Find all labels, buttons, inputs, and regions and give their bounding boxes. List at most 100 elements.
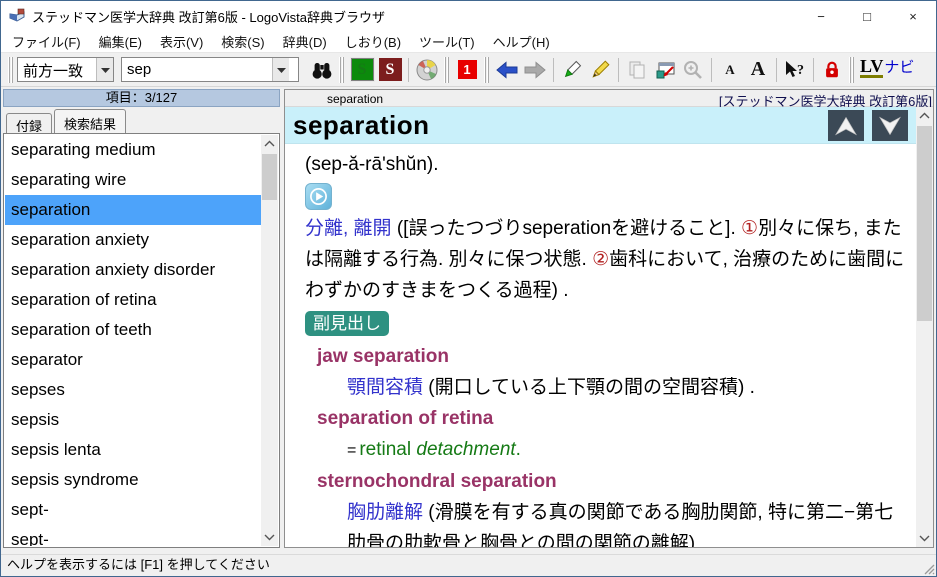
results-list: separating mediumseparating wireseparati…	[5, 135, 261, 546]
small-a-icon: A	[725, 62, 734, 78]
window-1-icon: 1	[458, 60, 477, 79]
forward-button[interactable]	[522, 56, 548, 84]
marker-pen-icon	[560, 58, 584, 82]
search-window-1-button[interactable]: 1	[454, 56, 480, 84]
dropdown-arrow-icon[interactable]	[272, 58, 289, 81]
back-arrow-icon	[496, 61, 518, 79]
synonym-text: retinal	[359, 439, 416, 460]
back-button[interactable]	[494, 56, 520, 84]
list-item[interactable]: separator	[5, 345, 261, 375]
maximize-button[interactable]: □	[844, 1, 890, 31]
list-item[interactable]: sepsis lenta	[5, 435, 261, 465]
dictionary-s-green-button[interactable]: S	[349, 56, 375, 84]
zoom-button[interactable]	[680, 56, 706, 84]
search-button[interactable]	[309, 56, 335, 84]
app-window: ステッドマン医学大辞典 改訂第6版 - LogoVista辞典ブラウザ − □ …	[0, 0, 937, 577]
context-help-button[interactable]: ?	[782, 56, 808, 84]
font-larger-button[interactable]: A	[745, 56, 771, 84]
window-arrow-icon	[653, 59, 677, 81]
entry-scrollbar[interactable]	[916, 107, 933, 547]
entry-body: (sep-ă-rā'shŭn). 分離, 離開 ([誤ったつづりseperati…	[285, 144, 916, 547]
list-item[interactable]: separation anxiety disorder	[5, 255, 261, 285]
toolbar-grip[interactable]	[849, 57, 855, 83]
list-scrollbar[interactable]	[261, 135, 278, 546]
subentry-headword: jaw separation	[305, 341, 908, 372]
tab-appendix[interactable]: 付録	[6, 113, 52, 133]
list-item[interactable]: separation of retina	[5, 285, 261, 315]
pencil-icon	[588, 58, 612, 82]
marker-pen-button[interactable]	[559, 56, 585, 84]
menu-item[interactable]: 表示(V)	[151, 30, 212, 53]
lock-button[interactable]	[819, 56, 845, 84]
list-item[interactable]: sepsis	[5, 405, 261, 435]
match-mode-select[interactable]: 前方一致	[17, 57, 114, 82]
cross-reference-link[interactable]: 顎間容積	[347, 377, 423, 398]
circled-number-1: ①	[741, 218, 758, 239]
scroll-down-icon[interactable]	[261, 529, 278, 546]
list-item[interactable]: sept-	[5, 525, 261, 546]
menu-item[interactable]: ファイル(F)	[3, 30, 90, 53]
subentry-definition: =retinal detachment.	[305, 434, 908, 466]
document-tab[interactable]: separation	[327, 92, 383, 106]
entry-headword: separation	[285, 107, 916, 143]
search-input[interactable]	[122, 58, 272, 81]
window-title: ステッドマン医学大辞典 改訂第6版 - LogoVista辞典ブラウザ	[32, 7, 385, 26]
close-button[interactable]: ×	[890, 1, 936, 31]
menu-item[interactable]: 検索(S)	[212, 30, 273, 53]
pencil-button[interactable]	[587, 56, 613, 84]
cross-reference-link[interactable]: 分離, 離開	[305, 218, 392, 239]
list-item[interactable]: separating wire	[5, 165, 261, 195]
lv-navi-label: ナビ	[884, 56, 914, 77]
scroll-down-icon[interactable]	[916, 530, 933, 547]
toolbar-grip[interactable]	[484, 57, 490, 83]
list-item[interactable]: separation of teeth	[5, 315, 261, 345]
play-icon	[309, 187, 328, 206]
lv-logo-icon: LV	[860, 57, 883, 78]
popup-window-button[interactable]	[652, 56, 678, 84]
next-entry-button[interactable]	[872, 110, 908, 141]
cross-reference-link[interactable]: 胸肋離解	[347, 502, 423, 523]
definition-paragraph: 分離, 離開 ([誤ったつづりseperationを避けること]. ①別々に保ち…	[305, 213, 908, 306]
dictionary-s-red-button[interactable]: S	[377, 56, 403, 84]
match-mode-value: 前方一致	[18, 58, 96, 81]
scrollbar-thumb[interactable]	[262, 154, 277, 200]
scrollbar-thumb[interactable]	[917, 126, 932, 321]
font-smaller-button[interactable]: A	[717, 56, 743, 84]
list-item[interactable]: separation anxiety	[5, 225, 261, 255]
resize-grip-icon[interactable]	[921, 561, 935, 575]
app-book-icon	[8, 8, 26, 24]
scroll-up-icon[interactable]	[261, 135, 278, 152]
list-item[interactable]: sept-	[5, 495, 261, 525]
toolbar-grip[interactable]	[444, 57, 450, 83]
tab-search-results[interactable]: 検索結果	[54, 109, 126, 133]
copy-button[interactable]	[624, 56, 650, 84]
scroll-up-icon[interactable]	[916, 107, 933, 124]
toolbar-grip[interactable]	[339, 57, 345, 83]
lock-icon	[822, 60, 842, 80]
list-item[interactable]: sepsis syndrome	[5, 465, 261, 495]
subentry-definition: 胸肋離解 (滑膜を有する真の関節である胸肋関節, 特に第二−第七肋骨の肋軟骨と胸…	[305, 497, 908, 547]
entry-panel: separation [ステッドマン医学大辞典 改訂第6版] separatio…	[284, 89, 934, 548]
circled-number-2: ②	[592, 249, 609, 270]
definition-text: (開口している上下顎の間の空間容積) .	[423, 377, 755, 398]
dictionary-disc-button[interactable]	[414, 56, 440, 84]
dropdown-arrow-icon[interactable]	[96, 58, 113, 81]
equals-sign: =	[347, 442, 356, 459]
up-arrowhead-icon	[833, 115, 859, 137]
menu-item[interactable]: 辞典(D)	[274, 30, 336, 53]
menu-item[interactable]: ツール(T)	[410, 30, 484, 53]
minimize-button[interactable]: −	[798, 1, 844, 31]
menu-item[interactable]: 編集(E)	[90, 30, 151, 53]
menu-item[interactable]: ヘルプ(H)	[484, 30, 559, 53]
previous-entry-button[interactable]	[828, 110, 864, 141]
subentry-headword: sternochondral separation	[305, 466, 908, 497]
menu-item[interactable]: しおり(B)	[336, 30, 410, 53]
play-audio-button[interactable]	[305, 183, 332, 210]
list-item[interactable]: separation	[5, 195, 261, 225]
main-area: 項目：3/127 付録 検索結果 separating mediumsepara…	[1, 87, 936, 554]
toolbar-grip[interactable]	[8, 57, 14, 83]
lv-navi-button[interactable]: LV ナビ	[860, 56, 914, 84]
list-item[interactable]: sepses	[5, 375, 261, 405]
item-count-header: 項目：3/127	[3, 89, 280, 107]
list-item[interactable]: separating medium	[5, 135, 261, 165]
